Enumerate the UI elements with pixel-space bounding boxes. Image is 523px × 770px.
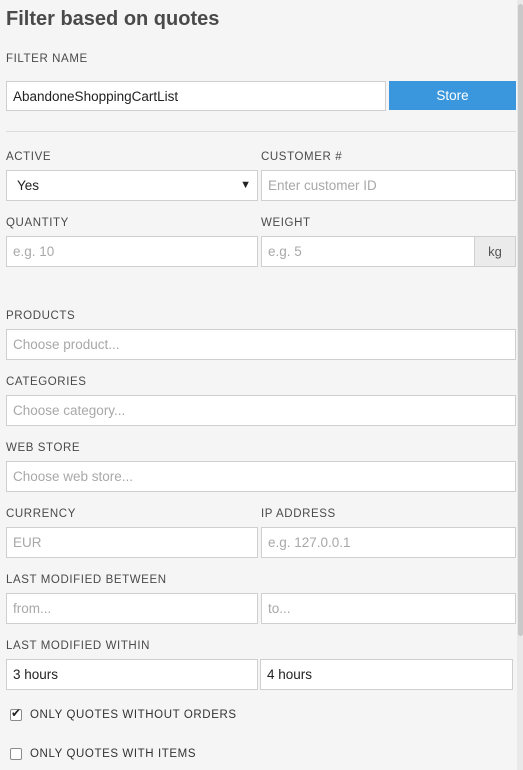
currency-input[interactable]: EUR	[6, 527, 258, 558]
check-icon: ✔	[11, 706, 22, 720]
divider	[6, 131, 516, 132]
last-modified-between-label: LAST MODIFIED BETWEEN	[6, 574, 167, 586]
ip-address-input[interactable]: e.g. 127.0.0.1	[261, 527, 516, 558]
weight-label: WEIGHT	[261, 217, 311, 229]
within-from-input[interactable]: 3 hours	[6, 659, 258, 690]
categories-label: CATEGORIES	[6, 376, 87, 388]
web-store-input[interactable]: Choose web store...	[6, 461, 516, 492]
scrollbar-thumb[interactable]	[518, 4, 523, 636]
filter-name-label: FILTER NAME	[6, 53, 88, 65]
without-orders-option[interactable]: ✔ ONLY QUOTES WITHOUT ORDERS	[10, 706, 237, 723]
without-orders-label: ONLY QUOTES WITHOUT ORDERS	[30, 709, 237, 721]
products-label: PRODUCTS	[6, 310, 76, 322]
active-label: ACTIVE	[6, 151, 52, 163]
customer-input[interactable]: Enter customer ID	[261, 170, 516, 201]
filter-name-input[interactable]: AbandoneShoppingCartList	[6, 81, 386, 111]
categories-input[interactable]: Choose category...	[6, 395, 516, 426]
active-select-value: Yes	[17, 178, 40, 193]
page-title: Filter based on quotes	[6, 8, 220, 30]
quantity-label: QUANTITY	[6, 217, 69, 229]
within-to-input[interactable]: 4 hours	[260, 659, 513, 690]
web-store-label: WEB STORE	[6, 442, 81, 454]
modified-to-input[interactable]: to...	[261, 593, 516, 624]
with-items-label: ONLY QUOTES WITH ITEMS	[30, 748, 197, 760]
with-items-checkbox[interactable]	[10, 748, 22, 760]
modified-from-input[interactable]: from...	[6, 593, 258, 624]
store-button[interactable]: Store	[389, 81, 516, 110]
currency-label: CURRENCY	[6, 508, 76, 520]
active-select[interactable]: Yes ▼	[6, 170, 258, 201]
chevron-down-icon: ▼	[240, 179, 251, 191]
last-modified-within-label: LAST MODIFIED WITHIN	[6, 640, 151, 652]
weight-input[interactable]: e.g. 5	[261, 236, 475, 267]
weight-unit-addon: kg	[474, 236, 516, 267]
customer-label: CUSTOMER #	[261, 151, 343, 163]
products-input[interactable]: Choose product...	[6, 329, 516, 360]
without-orders-checkbox[interactable]: ✔	[10, 706, 22, 721]
quantity-input[interactable]: e.g. 10	[6, 236, 258, 267]
with-items-option[interactable]: ONLY QUOTES WITH ITEMS	[10, 746, 196, 762]
ip-address-label: IP ADDRESS	[261, 508, 336, 520]
